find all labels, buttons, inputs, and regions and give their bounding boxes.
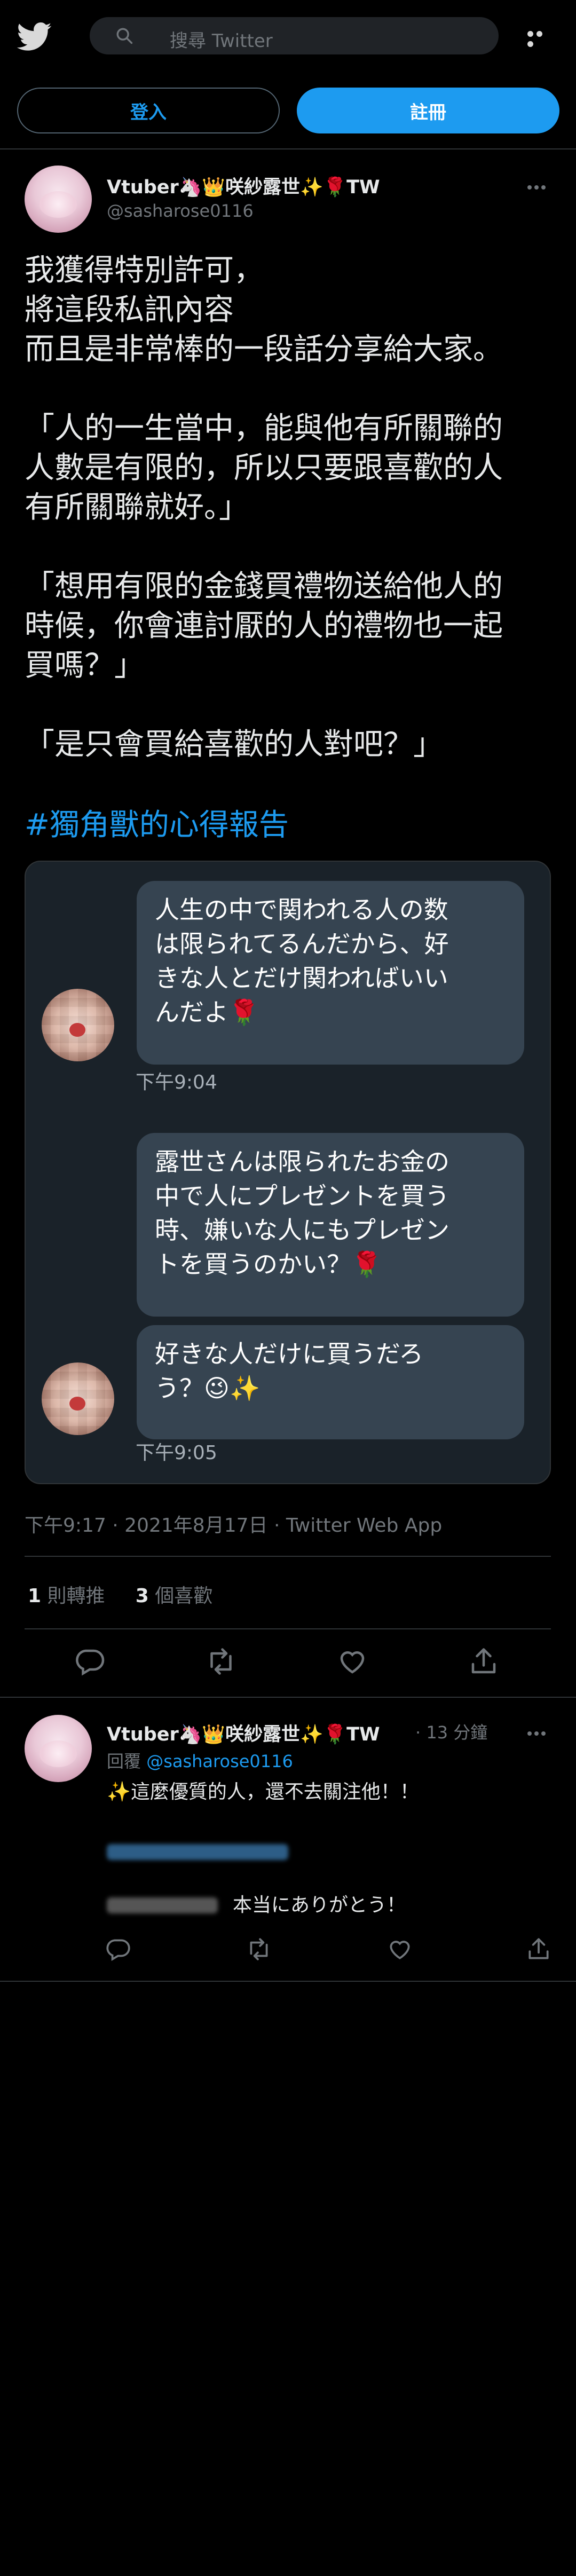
divider (0, 1697, 576, 1698)
tweet-text-line (25, 527, 558, 567)
retweets-count[interactable]: 1 (28, 1585, 41, 1607)
hashtag-link[interactable]: #獨角獸的心得報告 (25, 801, 289, 844)
replying-to-handle[interactable]: @sasharose0116 (146, 1751, 293, 1771)
divider (0, 1981, 576, 1982)
replying-to: 回覆 @sasharose0116 (107, 1748, 293, 1773)
tweet-text-line: 將這段私訊內容 (25, 293, 234, 327)
retweet-icon[interactable] (205, 1645, 237, 1677)
twitter-bird-icon[interactable] (17, 22, 52, 51)
blurred-link (107, 1844, 288, 1860)
tweet-meta[interactable]: 下午9:17 · 2021年8月17日 · Twitter Web App (25, 1510, 442, 1538)
tweet-text-line: 有所關聯就好。」 (25, 490, 249, 525)
tweet-more-icon[interactable] (527, 182, 549, 190)
signup-button[interactable]: 註冊 (297, 88, 559, 133)
tweet-text-line (25, 369, 558, 409)
avatar[interactable] (25, 166, 92, 233)
chat-bubble: 人生の中で関われる人の数 は限られてるんだから、好 きな人とだけ関わればいい ん… (137, 881, 524, 1065)
blurred-text (107, 1897, 218, 1913)
like-icon[interactable] (386, 1936, 413, 1963)
chat-timestamp: 下午9:05 (136, 1442, 217, 1464)
chat-avatar (42, 989, 114, 1061)
search-input[interactable]: 搜尋 Twitter (90, 17, 499, 54)
replying-label: 回覆 (107, 1751, 141, 1771)
search-placeholder: 搜尋 Twitter (170, 30, 273, 52)
tweet-text-line: 而且是非常棒的一段話分享給大家。 (25, 332, 503, 367)
share-icon[interactable] (525, 1936, 552, 1963)
tweet-text-line: 「想用有限的金錢買禮物送給他人的 (25, 569, 503, 604)
chat-bubble: 好きな人だけに買うだろ う？😉✨ (137, 1325, 524, 1439)
likes-count[interactable]: 3 (136, 1585, 149, 1607)
tweet-text-line: 買嗎？」 (25, 648, 144, 683)
tweet-text-line: 「是只會買給喜歡的人對吧？」 (25, 727, 443, 762)
chat-screenshot-image[interactable]: 人生の中で関われる人の数 は限られてるんだから、好 きな人とだけ関わればいい ん… (25, 861, 551, 1484)
divider (25, 1628, 551, 1629)
chat-timestamp: 下午9:04 (136, 1072, 217, 1093)
search-icon (116, 28, 133, 44)
reply-text-line: ✨這麼優質的人，還不去關注他！！ (107, 1781, 419, 1803)
tweet-text: 我獲得特別許可， 將這段私訊內容而且是非常棒的一段話分享給大家。 「人的一生當中，能… (25, 251, 558, 765)
author-handle[interactable]: @sasharose0116 (107, 201, 254, 221)
reply-icon[interactable] (74, 1645, 106, 1677)
reply-author-name[interactable]: Vtuber🦄👑咲紗露世✨🌹TW (107, 1719, 380, 1746)
tweet-stats: 1 則轉推 3 個喜歡 (28, 1580, 212, 1608)
chat-bubble: 露世さんは限られたお金の 中で人にプレゼントを買う 時、嫌いな人にもプレゼン ト… (137, 1133, 524, 1317)
tweet-text-line: 「人的一生當中，能與他有所關聯的 (25, 411, 503, 446)
top-bar: 搜尋 Twitter (0, 0, 576, 72)
divider (25, 1556, 551, 1557)
author-name[interactable]: Vtuber🦄👑咲紗露世✨🌹TW (107, 172, 380, 199)
tweet-text-line: 我獲得特別許可， (25, 253, 264, 288)
like-icon[interactable] (336, 1645, 368, 1677)
more-icon[interactable] (527, 29, 552, 47)
share-icon[interactable] (468, 1645, 500, 1677)
retweet-icon[interactable] (246, 1936, 272, 1963)
tweet-text-line (25, 686, 558, 725)
reply-text-line: 本当にありがとう！ (233, 1894, 406, 1916)
login-button[interactable]: 登入 (17, 88, 280, 133)
divider (0, 148, 576, 149)
tweet-text-line: 人數是有限的，所以只要跟喜歡的人 (25, 451, 503, 485)
likes-label[interactable]: 個喜歡 (155, 1585, 212, 1607)
retweets-label[interactable]: 則轉推 (48, 1585, 105, 1607)
reply-time[interactable]: · 13 分鐘 (415, 1719, 487, 1744)
chat-avatar (42, 1362, 114, 1435)
tweet-text-line: 時候，你會連討厭的人的禮物也一起 (25, 609, 503, 643)
reply-icon[interactable] (105, 1936, 131, 1963)
reply-more-icon[interactable] (527, 1728, 549, 1736)
reply-avatar[interactable] (25, 1715, 92, 1782)
